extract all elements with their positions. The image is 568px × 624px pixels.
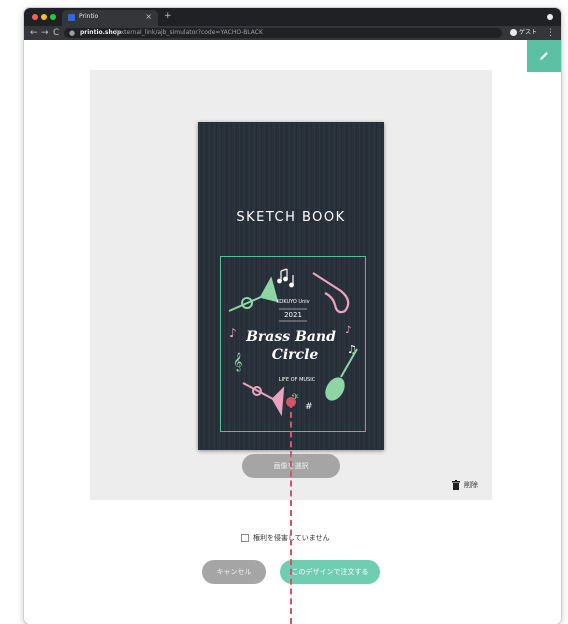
- order-button[interactable]: このデザインで注文する: [280, 560, 380, 584]
- back-button[interactable]: ←: [30, 27, 38, 39]
- delete-label: 削除: [464, 481, 478, 489]
- artwork-line1: Brass Band: [245, 329, 336, 345]
- cover-title: SKETCH BOOK: [236, 210, 346, 225]
- note-icon: ♪: [345, 325, 351, 336]
- artwork-line2: Circle: [272, 347, 319, 363]
- reload-button[interactable]: C: [53, 27, 59, 39]
- browser-tab[interactable]: Printio ×: [62, 10, 158, 26]
- minimize-window-button[interactable]: [41, 14, 47, 20]
- trumpet-icon: [228, 276, 279, 312]
- artwork-tagline: LIFE OF MUSIC: [279, 377, 316, 383]
- pencil-icon: [540, 52, 548, 60]
- delete-button[interactable]: 削除: [452, 478, 478, 492]
- cancel-button[interactable]: キャンセル: [202, 560, 266, 584]
- sharp-icon: #: [305, 402, 313, 412]
- profile-button[interactable]: ゲスト: [510, 28, 537, 38]
- note-icon: ♫: [347, 343, 357, 356]
- tab-bar: Printio × +: [24, 8, 561, 26]
- browser-window: Printio × + ← → C ● printio.shop /extern…: [24, 8, 561, 624]
- violin-icon: [325, 348, 358, 401]
- artwork-year: 2021: [284, 311, 302, 319]
- tab-close-icon[interactable]: ×: [145, 12, 152, 21]
- favicon-icon: [68, 14, 75, 21]
- rights-checkbox[interactable]: [241, 534, 249, 542]
- page-content: SKETCH BOOK KOKUYO Univ 2021 Brass Band …: [24, 40, 561, 624]
- close-window-button[interactable]: [32, 14, 38, 20]
- tab-title: Printio: [79, 13, 99, 20]
- saxophone-icon: [312, 272, 350, 314]
- address-bar[interactable]: ● printio.shop /external_link/ajb_simula…: [64, 28, 502, 38]
- browser-toolbar: ← → C ● printio.shop /external_link/ajb_…: [24, 26, 561, 40]
- profile-label: ゲスト: [519, 29, 538, 36]
- trash-icon: [452, 480, 460, 490]
- trumpet-icon: [242, 382, 285, 417]
- forward-button[interactable]: →: [41, 27, 49, 39]
- profile-icon: [510, 29, 517, 36]
- maximize-window-button[interactable]: [50, 14, 56, 20]
- annotation-dashed-line: [290, 402, 292, 624]
- annotation-marker: [286, 397, 296, 407]
- lock-icon: ●: [69, 29, 76, 37]
- url-path: /external_link/ajb_simulator?code=YACHO-…: [115, 29, 263, 36]
- new-tab-button[interactable]: +: [164, 11, 172, 21]
- note-icon: ♪: [229, 326, 237, 340]
- extension-icon[interactable]: [547, 14, 553, 20]
- edit-button[interactable]: [527, 40, 561, 72]
- browser-menu-icon[interactable]: ⋮: [546, 27, 555, 39]
- music-notes-icon: [277, 268, 294, 288]
- treble-clef-icon: 𝄞: [233, 352, 242, 372]
- rights-checkbox-row[interactable]: 権利を侵害していません: [241, 532, 330, 544]
- artwork-org: KOKUYO Univ: [276, 299, 309, 305]
